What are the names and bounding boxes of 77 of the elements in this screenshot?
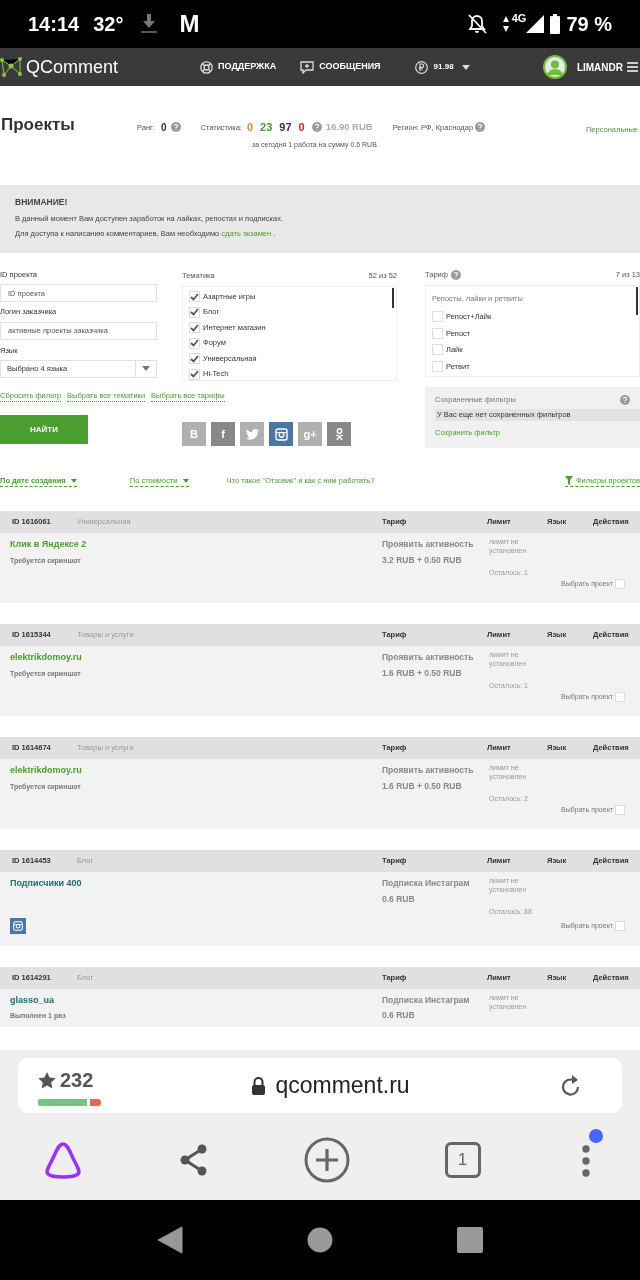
tariff-name: Подписка Инстаграм — [382, 877, 471, 890]
signal-icon — [526, 15, 545, 33]
person-icon — [334, 427, 344, 441]
help-icon — [171, 122, 182, 133]
project-title-link[interactable]: Подписчики 400 — [10, 877, 382, 891]
ruble-coin-icon — [414, 60, 428, 74]
battery-icon — [550, 14, 561, 34]
find-button[interactable]: НАЙТИ — [0, 415, 88, 444]
battery-level: 79 % — [566, 12, 612, 37]
notice-title: ВНИМАНИЕ! — [15, 196, 69, 209]
tariff-price: 3.2 RUB + 0.50 RUB — [382, 553, 463, 567]
tariff-price: 1.6 RUB + 0.50 RUB — [382, 779, 463, 793]
help-icon — [620, 394, 630, 405]
download-icon — [141, 14, 158, 34]
back-icon[interactable] — [157, 1226, 183, 1254]
tariff-name: Подписка Инстаграм — [382, 993, 471, 1007]
messages-link[interactable]: СООБЩЕНИЯ — [300, 60, 381, 74]
menu-icon[interactable] — [627, 62, 638, 72]
reload-icon[interactable] — [560, 1073, 582, 1098]
status-time: 14:14 — [28, 12, 80, 37]
network-type: 4G — [511, 11, 527, 26]
username[interactable]: LIMANDR — [576, 59, 623, 75]
camera-icon — [274, 427, 288, 441]
caret-icon — [142, 366, 150, 372]
stat-value: 97 — [279, 120, 292, 135]
tabs-button[interactable]: 1 — [444, 1142, 481, 1178]
tariff-price: 0.6 RUB — [382, 1009, 416, 1022]
rounded-triangle-icon[interactable] — [43, 1141, 83, 1179]
address-bar[interactable]: 232 qcomment.ru — [18, 1058, 622, 1113]
stat-value: 23 — [260, 120, 273, 135]
project-title-link[interactable]: elektrikdomoy.ru — [10, 764, 382, 778]
plus-circle-icon[interactable] — [304, 1137, 350, 1183]
stat-value: 0 — [246, 120, 254, 135]
project-title-link[interactable]: elektrikdomoy.ru — [10, 651, 382, 665]
page-title: Проекты — [1, 114, 76, 136]
tariff-name: Проявить активность — [382, 651, 475, 664]
network-logo-icon — [0, 56, 22, 78]
project-title-link[interactable]: Клик в Яндексе 2 — [10, 538, 382, 552]
caret-icon — [182, 478, 189, 483]
star-icon — [38, 1071, 56, 1089]
tariff-name: Проявить активность — [382, 538, 475, 551]
funnel-icon — [564, 476, 573, 486]
caret-icon — [461, 64, 470, 70]
project-title-link[interactable]: glasso_ua — [10, 993, 382, 1007]
temperature: 32° — [93, 12, 124, 37]
tariff-name: Проявить активность — [382, 764, 475, 777]
bell-off-icon — [465, 13, 488, 35]
earned-amount: 16.90 RUB — [325, 120, 373, 135]
checkbox[interactable] — [189, 322, 200, 333]
avatar-icon — [542, 55, 567, 79]
lifebuoy-icon — [200, 60, 214, 74]
url-text: qcomment.ru — [275, 1071, 410, 1101]
checkbox[interactable] — [189, 353, 200, 364]
lock-icon — [251, 1076, 267, 1095]
home-icon[interactable] — [307, 1227, 333, 1253]
rank-value: 0 — [160, 120, 167, 135]
scrollbar-thumb[interactable] — [636, 287, 638, 316]
message-plus-icon — [300, 60, 315, 74]
social-filter-button[interactable] — [269, 422, 293, 447]
mail-letter: M — [179, 9, 200, 39]
help-icon — [450, 269, 461, 280]
stat-value: 0 — [298, 120, 305, 135]
tariff-price: 0.6 RUB — [382, 892, 416, 906]
balance-menu[interactable]: 91.98 — [414, 60, 470, 74]
checkbox[interactable] — [189, 291, 200, 302]
tariff-price: 1.6 RUB + 0.50 RUB — [382, 666, 463, 680]
scrollbar-thumb[interactable] — [392, 288, 394, 309]
logo-text: QComment — [26, 55, 119, 79]
social-filter-button[interactable]: f — [211, 422, 235, 447]
rating-count: 232 — [60, 1068, 94, 1093]
support-link[interactable]: ПОДДЕРЖКА — [200, 60, 277, 74]
social-filter-button[interactable] — [327, 422, 351, 447]
caret-icon — [70, 478, 77, 483]
help-icon — [475, 122, 486, 133]
help-icon — [311, 122, 322, 133]
data-arrows-icon — [501, 15, 510, 33]
bird-icon — [245, 428, 259, 440]
